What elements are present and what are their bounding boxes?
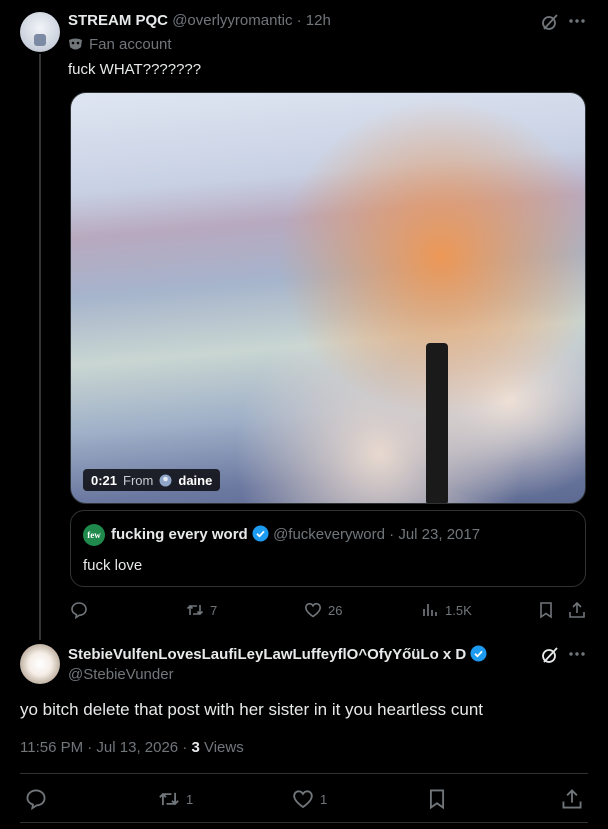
heart-icon: [292, 788, 314, 810]
avatar[interactable]: [20, 644, 60, 684]
video-duration: 0:21: [91, 472, 118, 488]
post-time[interactable]: 12h: [306, 12, 331, 29]
views-count: 3: [191, 739, 200, 756]
views-chart-icon: [421, 601, 439, 619]
bookmark-icon: [538, 601, 554, 619]
views-button[interactable]: 1.5K: [421, 601, 472, 619]
quote-avatar-text: few: [87, 530, 101, 540]
repost-icon: [186, 601, 204, 619]
display-name[interactable]: STREAM PQC: [68, 12, 168, 29]
post-header: STREAM PQC @overlyyromantic · 12h: [68, 12, 331, 29]
video-source-user[interactable]: daine: [178, 473, 212, 488]
quote-text: fuck love: [83, 557, 143, 574]
display-name[interactable]: StebieVulfenLovesLaufiLeyLawLuffeyflO^Of…: [68, 646, 466, 663]
share-button[interactable]: [568, 601, 586, 619]
like-button[interactable]: 26: [304, 601, 342, 619]
repost-button[interactable]: 7: [186, 601, 217, 619]
action-bar-divider: [20, 773, 588, 774]
quote-avatar: few: [83, 524, 105, 546]
post-text: fuck WHAT???????: [68, 61, 202, 78]
reply-button[interactable]: [70, 601, 88, 619]
post-header: StebieVulfenLovesLaufiLeyLawLuffeyflO^Of…: [68, 645, 487, 663]
reply-icon: [70, 601, 88, 619]
video-player[interactable]: 0:21 From daine: [70, 92, 586, 504]
quote-display-name[interactable]: fucking every word: [111, 526, 248, 543]
video-frame-detail: [426, 343, 448, 503]
grok-icon[interactable]: [540, 645, 560, 665]
bookmark-button[interactable]: [427, 788, 447, 810]
verified-badge-icon: [470, 645, 487, 662]
bookmark-icon: [427, 788, 447, 810]
video-badge: 0:21 From daine: [83, 469, 221, 491]
mask-icon: [68, 37, 83, 52]
avatar[interactable]: [20, 12, 60, 52]
like-button[interactable]: 1: [292, 788, 327, 810]
quote-date[interactable]: Jul 23, 2017: [398, 526, 480, 543]
repost-icon: [158, 788, 180, 810]
share-icon: [561, 788, 583, 810]
grok-icon[interactable]: [540, 12, 560, 32]
quote-handle[interactable]: @fuckeveryword: [273, 526, 385, 543]
post-timestamp[interactable]: 11:56 PM · Jul 13, 2026 ·: [20, 739, 191, 756]
bottom-divider: [20, 822, 588, 823]
repost-count: 1: [186, 791, 194, 807]
thread-connector-line: [39, 54, 41, 640]
views-label: Views: [199, 739, 244, 756]
post-meta: 11:56 PM · Jul 13, 2026 · 3 Views: [20, 739, 244, 756]
more-icon[interactable]: [568, 651, 586, 657]
fan-account-text: Fan account: [89, 36, 172, 53]
bookmark-button[interactable]: [538, 601, 554, 619]
verified-badge-icon: [252, 525, 269, 542]
video-from-label: From: [123, 472, 154, 488]
handle[interactable]: @StebieVunder: [68, 666, 174, 683]
share-button[interactable]: [561, 788, 583, 810]
quoted-post[interactable]: few fucking every word @fuckeveryword · …: [70, 510, 586, 587]
source-avatar-icon: [159, 474, 172, 487]
handle[interactable]: @overlyyromantic: [172, 12, 292, 29]
heart-icon: [304, 601, 322, 619]
repost-button[interactable]: 1: [158, 788, 193, 810]
reply-button[interactable]: [25, 788, 47, 810]
quote-separator: ·: [389, 526, 395, 543]
reply-icon: [25, 788, 47, 810]
views-count: 1.5K: [445, 602, 472, 618]
like-count: 26: [328, 602, 343, 618]
more-icon[interactable]: [568, 18, 586, 24]
like-count: 1: [320, 791, 328, 807]
fan-account-label: Fan account: [68, 36, 172, 53]
repost-count: 7: [210, 602, 218, 618]
post-text: yo bitch delete that post with her siste…: [20, 700, 484, 719]
quote-header: fucking every word @fuckeveryword · Jul …: [111, 525, 480, 543]
header-separator: ·: [296, 12, 302, 29]
share-icon: [568, 601, 586, 619]
